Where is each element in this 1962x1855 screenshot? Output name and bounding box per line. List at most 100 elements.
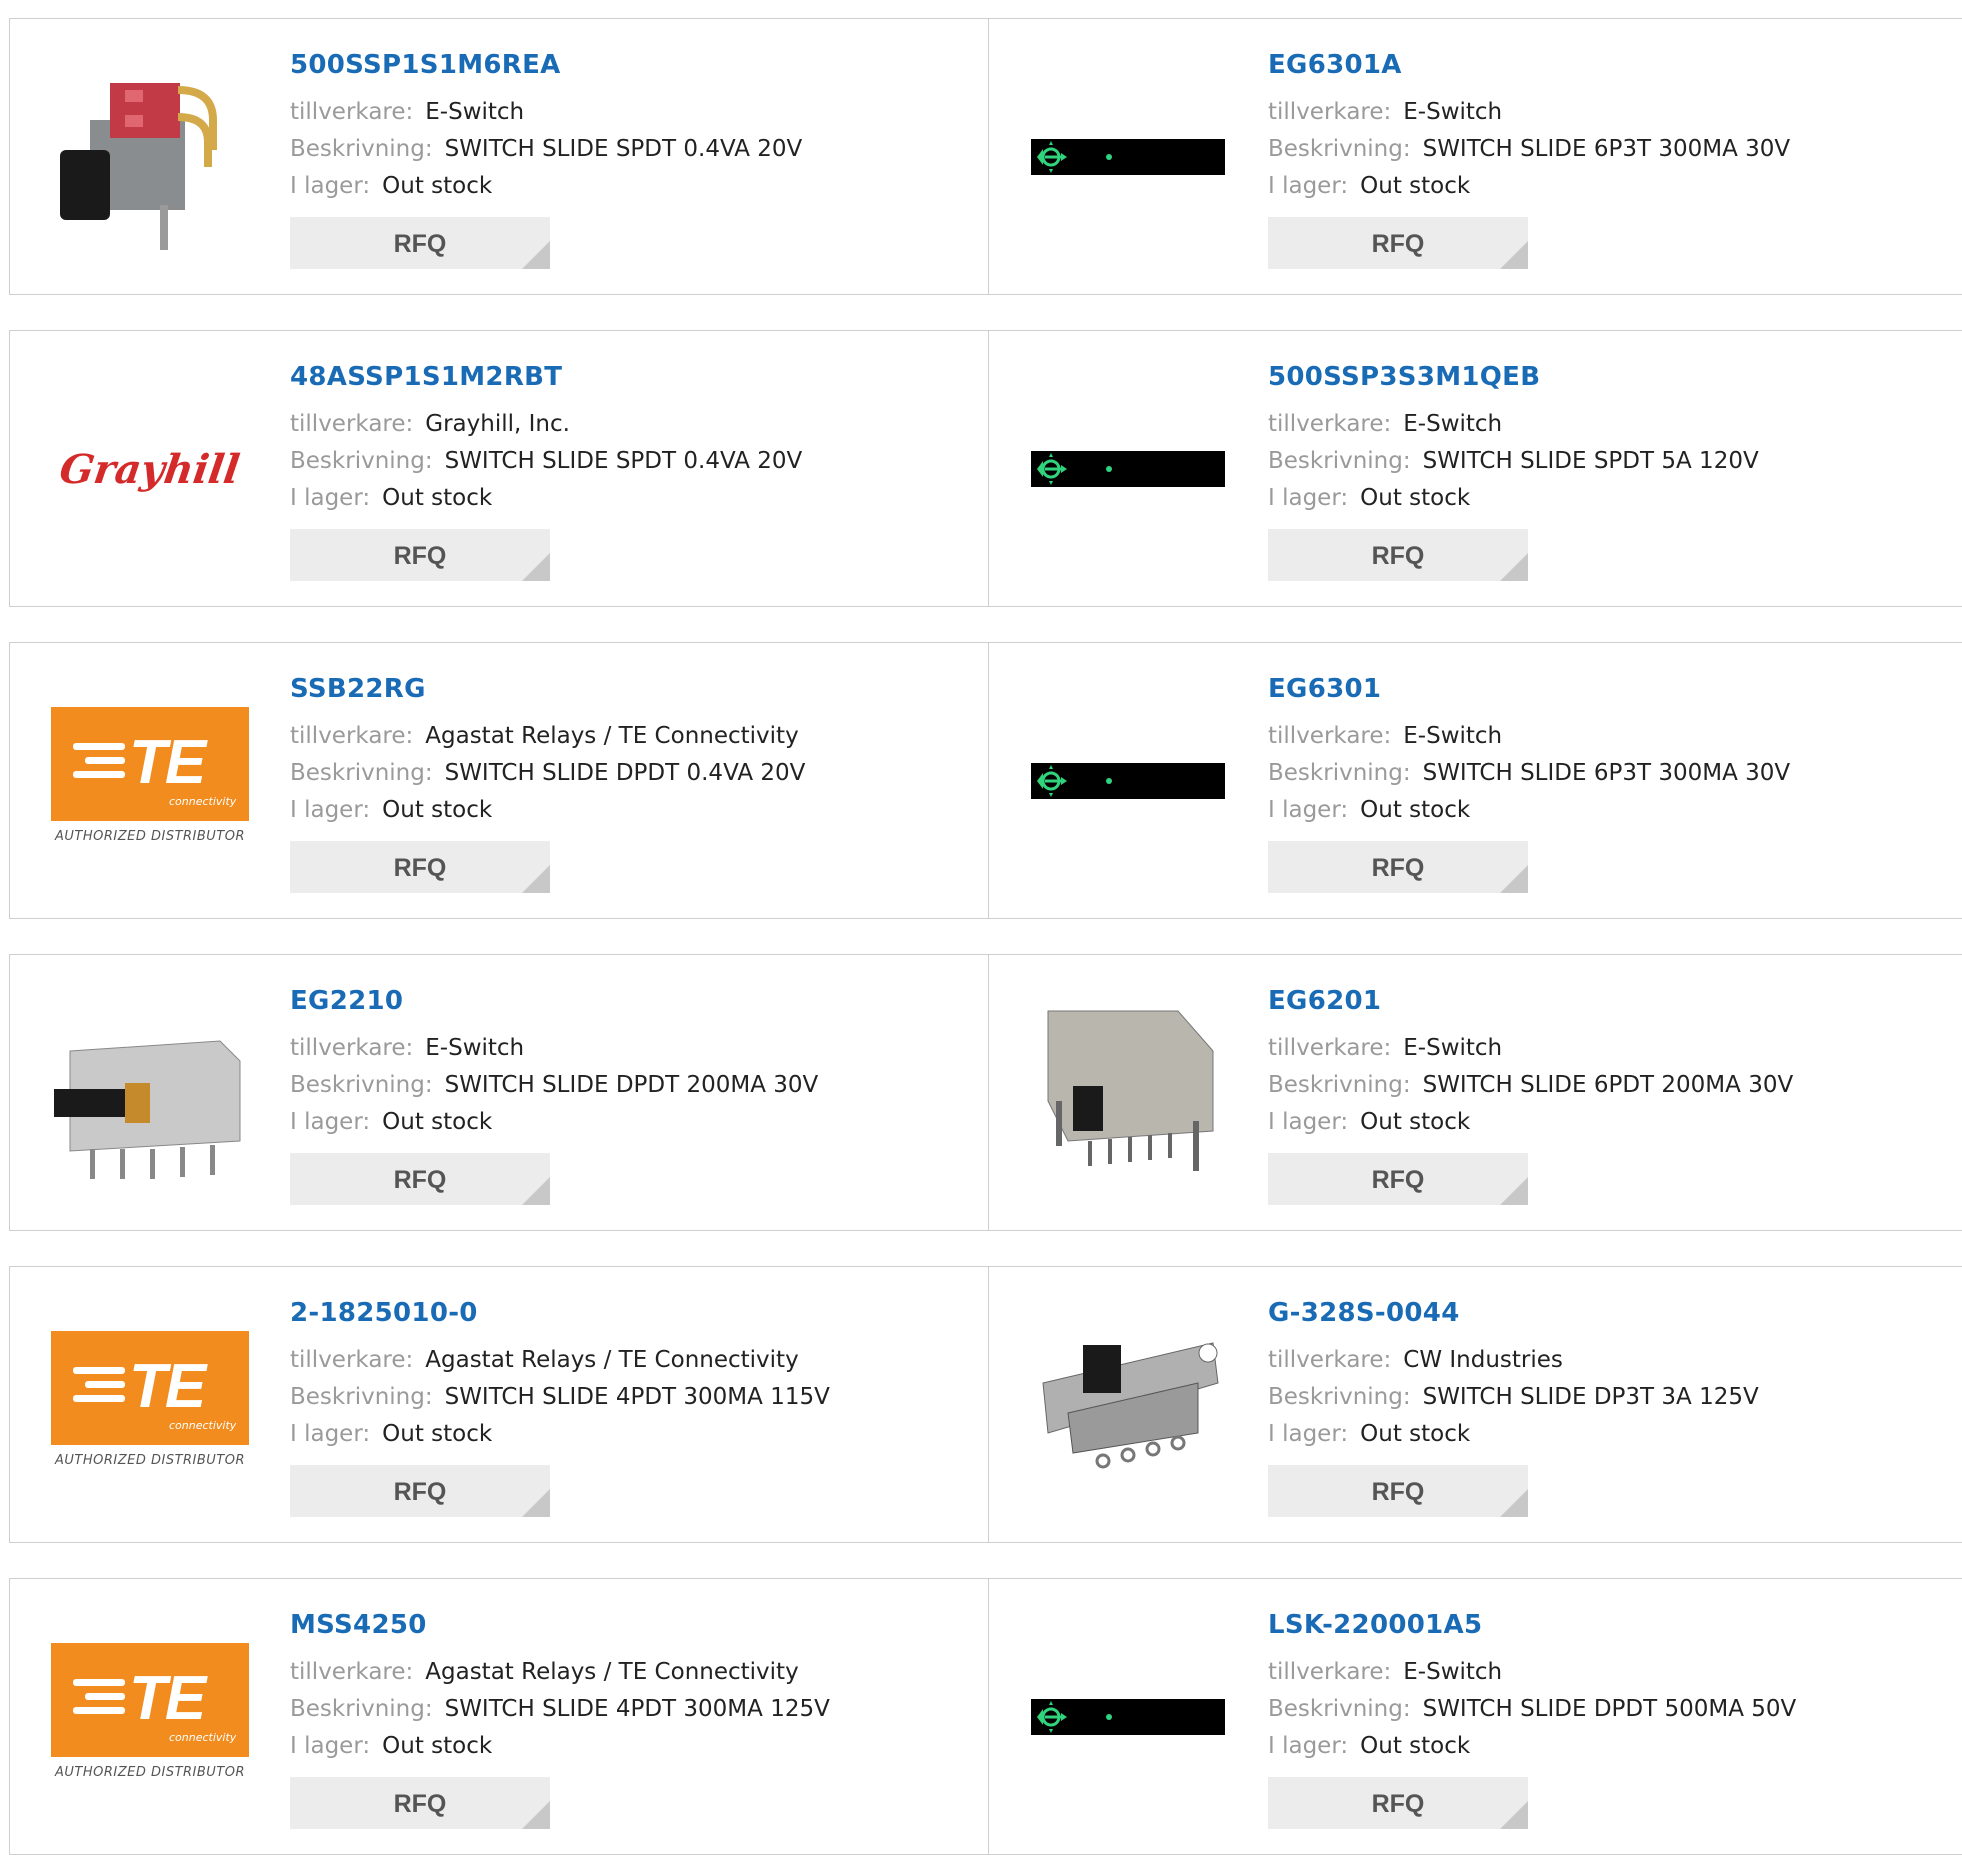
part-number-link[interactable]: LSK-220001A5 <box>1268 1609 1796 1641</box>
rfq-button[interactable]: RFQ <box>1268 1465 1528 1517</box>
product-thumbnail[interactable]: Grayhill <box>50 369 250 569</box>
description-label: Beskrivning: <box>290 1072 433 1098</box>
stock-line: I lager: Out stock <box>1268 1728 1796 1765</box>
rfq-label: RFQ <box>393 230 447 258</box>
rfq-button[interactable]: RFQ <box>290 1777 550 1829</box>
rfq-button[interactable]: RFQ <box>290 529 550 581</box>
rfq-button[interactable]: RFQ <box>1268 217 1528 269</box>
product-row: EG2210 tillverkare: E-Switch Beskrivning: SW… <box>9 954 1962 1231</box>
product-thumbnail[interactable]: TE connectivity AUTHORIZED DISTRIBUTOR <box>50 1617 250 1817</box>
rfq-corner-decoration <box>522 553 550 581</box>
manufacturer-value: Agastat Relays / TE Connectivity <box>425 723 799 749</box>
manufacturer-line: tillverkare: CW Industries <box>1268 1342 1759 1379</box>
manufacturer-label: tillverkare: <box>1268 1347 1392 1373</box>
manufacturer-label: tillverkare: <box>290 411 414 437</box>
part-number-link[interactable]: EG6301 <box>1268 673 1790 705</box>
description-line: Beskrivning: SWITCH SLIDE 6P3T 300MA 30V <box>1268 131 1790 168</box>
grayhill-logo: Grayhill <box>57 445 243 493</box>
description-label: Beskrivning: <box>290 1384 433 1410</box>
description-value: SWITCH SLIDE 6P3T 300MA 30V <box>1422 136 1791 162</box>
manufacturer-label: tillverkare: <box>290 99 414 125</box>
description-label: Beskrivning: <box>1268 1384 1411 1410</box>
product-card: TE connectivity AUTHORIZED DISTRIBUTOR 2-18… <box>10 1267 989 1542</box>
part-number-link[interactable]: EG6201 <box>1268 985 1793 1017</box>
part-number-link[interactable]: SSB22RG <box>290 673 805 705</box>
description-value: SWITCH SLIDE 4PDT 300MA 115V <box>444 1384 830 1410</box>
manufacturer-line: tillverkare: E-Switch <box>1268 718 1790 755</box>
rfq-button[interactable]: RFQ <box>290 1153 550 1205</box>
description-value: SWITCH SLIDE 6P3T 300MA 30V <box>1422 760 1791 786</box>
rfq-button[interactable]: RFQ <box>1268 529 1528 581</box>
part-number-link[interactable]: MSS4250 <box>290 1609 830 1641</box>
rfq-label: RFQ <box>393 1478 447 1506</box>
stock-line: I lager: Out stock <box>1268 480 1759 517</box>
te-logo: TE connectivity AUTHORIZED DISTRIBUTOR <box>50 1643 250 1791</box>
description-value: SWITCH SLIDE 4PDT 300MA 125V <box>444 1696 830 1722</box>
stock-line: I lager: Out stock <box>1268 1416 1759 1453</box>
stock-line: I lager: Out stock <box>290 480 802 517</box>
stock-label: I lager: <box>1268 797 1349 823</box>
description-label: Beskrivning: <box>1268 136 1411 162</box>
manufacturer-line: tillverkare: E-Switch <box>290 94 802 131</box>
description-line: Beskrivning: SWITCH SLIDE DPDT 200MA 30V <box>290 1067 818 1104</box>
product-thumbnail[interactable] <box>1028 369 1228 569</box>
product-card: TE connectivity AUTHORIZED DISTRIBUTOR SSB2… <box>10 643 989 918</box>
product-card: 500SSP3S3M1QEB tillverkare: E-Switch Beskri… <box>988 331 1962 606</box>
rfq-button[interactable]: RFQ <box>290 1465 550 1517</box>
product-thumbnail[interactable] <box>1028 681 1228 881</box>
product-thumbnail[interactable] <box>50 57 250 257</box>
rfq-button[interactable]: RFQ <box>290 217 550 269</box>
description-label: Beskrivning: <box>1268 448 1411 474</box>
slide-switch-metal-photo <box>50 991 250 1195</box>
stock-value: Out stock <box>382 1109 493 1135</box>
stock-value: Out stock <box>1360 1733 1471 1759</box>
manufacturer-value: E-Switch <box>1403 723 1503 749</box>
description-line: Beskrivning: SWITCH SLIDE DPDT 0.4VA 20V <box>290 755 805 792</box>
rfq-label: RFQ <box>1371 542 1425 570</box>
part-number-link[interactable]: 2-1825010-0 <box>290 1297 830 1329</box>
manufacturer-label: tillverkare: <box>290 1659 414 1685</box>
product-thumbnail[interactable] <box>1028 57 1228 257</box>
part-number-link[interactable]: 48ASSP1S1M2RBT <box>290 361 802 393</box>
description-line: Beskrivning: SWITCH SLIDE DP3T 3A 125V <box>1268 1379 1759 1416</box>
part-number-link[interactable]: G-328S-0044 <box>1268 1297 1759 1329</box>
rfq-button[interactable]: RFQ <box>290 841 550 893</box>
description-line: Beskrivning: SWITCH SLIDE DPDT 500MA 50V <box>1268 1691 1796 1728</box>
stock-label: I lager: <box>290 485 371 511</box>
product-thumbnail[interactable] <box>1028 1305 1228 1505</box>
part-number-link[interactable]: EG2210 <box>290 985 818 1017</box>
rfq-corner-decoration <box>522 1801 550 1829</box>
rfq-label: RFQ <box>1371 230 1425 258</box>
product-card: 500SSP1S1M6REA tillverkare: E-Switch Beskri… <box>10 19 989 294</box>
manufacturer-label: tillverkare: <box>1268 411 1392 437</box>
rfq-button[interactable]: RFQ <box>1268 841 1528 893</box>
rfq-label: RFQ <box>393 854 447 882</box>
description-line: Beskrivning: SWITCH SLIDE 6P3T 300MA 30V <box>1268 755 1790 792</box>
manufacturer-value: Grayhill, Inc. <box>425 411 570 437</box>
product-thumbnail[interactable] <box>1028 993 1228 1193</box>
part-number-link[interactable]: 500SSP3S3M1QEB <box>1268 361 1759 393</box>
stock-value: Out stock <box>382 173 493 199</box>
product-thumbnail[interactable]: TE connectivity AUTHORIZED DISTRIBUTOR <box>50 681 250 881</box>
manufacturer-label: tillverkare: <box>1268 1659 1392 1685</box>
stock-value: Out stock <box>1360 797 1471 823</box>
description-value: SWITCH SLIDE SPDT 0.4VA 20V <box>444 136 803 162</box>
product-thumbnail[interactable] <box>1028 1617 1228 1817</box>
product-row: TE connectivity AUTHORIZED DISTRIBUTOR 2-18… <box>9 1266 1962 1543</box>
description-value: SWITCH SLIDE SPDT 0.4VA 20V <box>444 448 803 474</box>
description-line: Beskrivning: SWITCH SLIDE SPDT 0.4VA 20V <box>290 443 802 480</box>
rfq-button[interactable]: RFQ <box>1268 1153 1528 1205</box>
product-thumbnail[interactable] <box>50 993 250 1193</box>
stock-value: Out stock <box>1360 173 1471 199</box>
product-card: Grayhill 48ASSP1S1M2RBT tillverkare: Grayhi… <box>10 331 989 606</box>
stock-line: I lager: Out stock <box>1268 792 1790 829</box>
manufacturer-line: tillverkare: E-Switch <box>1268 94 1790 131</box>
part-number-link[interactable]: 500SSP1S1M6REA <box>290 49 802 81</box>
manufacturer-value: E-Switch <box>1403 99 1503 125</box>
description-label: Beskrivning: <box>1268 1072 1411 1098</box>
part-number-link[interactable]: EG6301A <box>1268 49 1790 81</box>
rfq-button[interactable]: RFQ <box>1268 1777 1528 1829</box>
manufacturer-value: E-Switch <box>1403 411 1503 437</box>
rfq-corner-decoration <box>1500 553 1528 581</box>
product-thumbnail[interactable]: TE connectivity AUTHORIZED DISTRIBUTOR <box>50 1305 250 1505</box>
